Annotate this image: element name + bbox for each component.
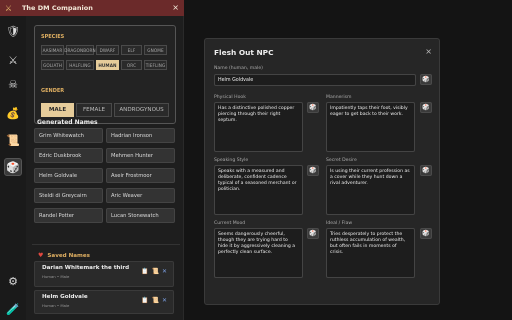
species-chip-halfling[interactable]: HALFLING (66, 60, 94, 70)
species-chip-tiefling[interactable]: TIEFLING (144, 60, 167, 70)
gender-label: GENDER (41, 88, 65, 94)
clipboard-icon[interactable]: 📋 (141, 268, 148, 275)
generated-name-card[interactable]: Helm Goldvale (34, 168, 103, 183)
money-bag-icon[interactable]: 💰 (4, 104, 22, 122)
generated-name-card[interactable]: Aseir Frostmoor (106, 168, 175, 183)
generated-name-card[interactable]: Randel Potter (34, 208, 103, 223)
delete-icon[interactable]: ✕ (162, 268, 167, 275)
clipboard-icon[interactable]: 📋 (141, 297, 148, 304)
species-chip-aasimar[interactable]: AASIMAR (41, 45, 64, 55)
saved-names-heading-label: Saved Names (47, 252, 90, 259)
app-title: The DM Companion (22, 4, 93, 12)
species-chip-gnome[interactable]: GNOME (144, 45, 167, 55)
generated-name-card[interactable]: Mehmen Hunter (106, 148, 175, 163)
mannerism-label: Mannerism (326, 95, 352, 100)
filter-box: SPECIES AASIMAR DRAGONBORN DWARF ELF GNOME GO… (34, 25, 176, 124)
dice-icon[interactable]: 🎲 (4, 158, 22, 176)
ideal-flaw-label: Ideal / Flaw (326, 221, 353, 226)
speaking-style-label: Speaking Style (214, 158, 249, 163)
saved-name-card[interactable]: Darian Whitemark the third Human • Male 📋 📜… (34, 261, 174, 287)
side-panel: ⚔ The DM Companion × 🛡 ⚔ ☠ 💰 📜 🎲 ⚙ 🧪 SPE… (0, 0, 184, 320)
reroll-name-dice-icon[interactable]: 🎲 (420, 74, 432, 85)
saved-name-meta: Human • Male (42, 274, 70, 279)
species-chip-dwarf[interactable]: DWARF (96, 45, 119, 55)
mannerism-field[interactable]: Impatiently taps their foot, visibly eag… (326, 102, 415, 152)
generated-name-card[interactable]: Lucan Stonewatch (106, 208, 175, 223)
physical-hook-label: Physical Hook (214, 95, 246, 100)
title-bar: ⚔ The DM Companion × (0, 0, 184, 16)
reroll-physical-hook-dice-icon[interactable]: 🎲 (307, 102, 319, 113)
secret-desire-label: Secret Desire (326, 158, 357, 163)
current-mood-label: Current Mood (214, 221, 246, 226)
speaking-style-field[interactable]: Speaks with a measured and deliberate, c… (214, 165, 303, 215)
reroll-ideal-flaw-dice-icon[interactable]: 🎲 (420, 228, 432, 239)
physical-hook-field[interactable]: Has a distinctive polished copper pierci… (214, 102, 303, 152)
saved-name-card[interactable]: Helm Goldvale Human • Male 📋 📜 ✕ (34, 290, 174, 314)
delete-icon[interactable]: ✕ (162, 297, 167, 304)
modal-title: Flesh Out NPC (214, 48, 274, 57)
species-chip-goliath[interactable]: GOLIATH (41, 60, 64, 70)
generated-name-card[interactable]: Hadrian Ironson (106, 128, 175, 143)
divider (32, 244, 180, 245)
copy-icon[interactable]: 📜 (151, 268, 158, 275)
species-chip-dragonborn[interactable]: DRAGONBORN (64, 45, 96, 55)
shield-icon[interactable]: 🛡 (4, 22, 22, 40)
generated-name-card[interactable]: Steldi di Greycairn (34, 188, 103, 203)
generated-name-card[interactable]: Edric Duskbrook (34, 148, 103, 163)
name-generator: SPECIES AASIMAR DRAGONBORN DWARF ELF GNOME GO… (26, 16, 183, 320)
gender-chip-androgynous[interactable]: ANDROGYNOUS (114, 103, 169, 117)
skull-icon[interactable]: ☠ (4, 75, 22, 93)
name-field[interactable]: Helm Goldvale (214, 74, 416, 86)
generated-names-heading: Generated Names (37, 119, 98, 126)
species-chip-orc[interactable]: ORC (121, 60, 142, 70)
saved-names-heading: ♥ Saved Names (38, 252, 90, 259)
flesh-out-npc-modal: Flesh Out NPC × Name (human, male) Helm … (204, 38, 440, 305)
saved-name-actions: 📋 📜 ✕ (141, 297, 167, 304)
gender-chip-female[interactable]: FEMALE (76, 103, 112, 117)
species-label: SPECIES (41, 34, 65, 40)
potion-icon[interactable]: 🧪 (4, 300, 22, 318)
modal-close-button[interactable]: × (425, 48, 432, 56)
crossed-swords-icon[interactable]: ⚔ (4, 51, 22, 69)
sword-logo-icon: ⚔ (4, 3, 13, 13)
close-panel-button[interactable]: × (172, 3, 179, 12)
gender-chip-male[interactable]: MALE (41, 103, 74, 117)
saved-name: Darian Whitemark the third (42, 265, 130, 271)
copy-icon[interactable]: 📜 (151, 297, 158, 304)
saved-name: Helm Goldvale (42, 294, 88, 300)
reroll-speaking-style-dice-icon[interactable]: 🎲 (307, 165, 319, 176)
gear-icon[interactable]: ⚙ (4, 272, 22, 290)
current-mood-field[interactable]: Seems dangerously cheerful, though they … (214, 228, 303, 278)
species-chip-human[interactable]: HUMAN (96, 60, 119, 70)
reroll-secret-desire-dice-icon[interactable]: 🎲 (420, 165, 432, 176)
reroll-current-mood-dice-icon[interactable]: 🎲 (307, 228, 319, 239)
saved-name-actions: 📋 📜 ✕ (141, 268, 167, 275)
generated-name-card[interactable]: Grim Whitewatch (34, 128, 103, 143)
tool-rail: 🛡 ⚔ ☠ 💰 📜 🎲 ⚙ 🧪 (0, 16, 26, 320)
reroll-mannerism-dice-icon[interactable]: 🎲 (420, 102, 432, 113)
secret-desire-field[interactable]: Is using their current profession as a c… (326, 165, 415, 215)
ideal-flaw-field[interactable]: Tries desperately to protect the ruthles… (326, 228, 415, 278)
name-field-label: Name (human, male) (214, 66, 263, 71)
heart-icon: ♥ (38, 252, 44, 259)
generated-name-card[interactable]: Aric Weaver (106, 188, 175, 203)
saved-name-meta: Human • Male (42, 303, 70, 308)
species-chip-elf[interactable]: ELF (121, 45, 142, 55)
scroll-icon[interactable]: 📜 (4, 131, 22, 149)
